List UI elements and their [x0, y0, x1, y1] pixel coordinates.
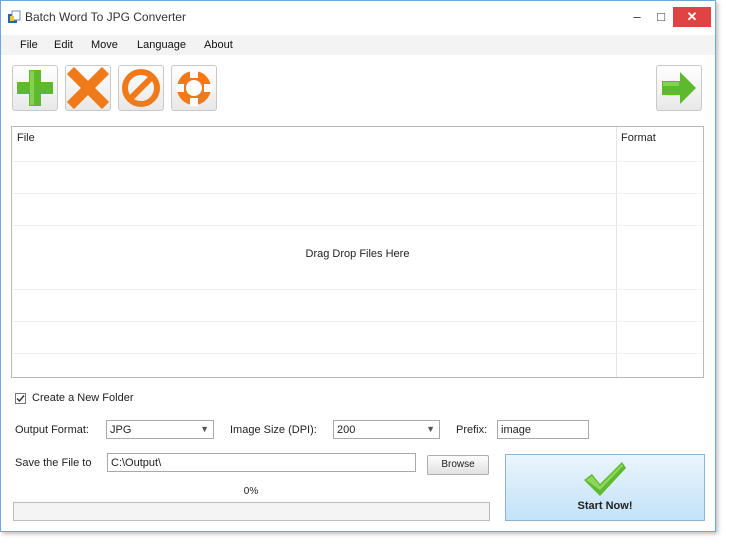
app-icon: [8, 10, 21, 23]
output-format-select[interactable]: JPG ▼: [106, 420, 214, 439]
column-header-format[interactable]: Format: [621, 132, 656, 144]
next-button[interactable]: [656, 65, 702, 111]
plus-icon: [17, 70, 53, 106]
create-folder-label[interactable]: Create a New Folder: [32, 392, 134, 404]
grid-line: [12, 193, 703, 194]
save-to-label: Save the File to: [15, 457, 92, 469]
prefix-label: Prefix:: [456, 424, 488, 436]
grid-line: [12, 225, 703, 226]
help-button[interactable]: [171, 65, 217, 111]
menu-file[interactable]: File: [20, 39, 38, 51]
main-window: Batch Word To JPG Converter – □ ✕ File E…: [0, 0, 716, 532]
maximize-button[interactable]: □: [647, 7, 675, 27]
grid-line: [12, 161, 703, 162]
output-format-label: Output Format:: [15, 424, 89, 436]
arrow-right-icon: [662, 72, 696, 104]
image-size-label: Image Size (DPI):: [230, 424, 317, 436]
progress-percent: 0%: [243, 486, 259, 497]
grid-line: [12, 353, 703, 354]
prohibit-icon: [122, 69, 160, 107]
drop-files-hint: Drag Drop Files Here: [305, 248, 410, 260]
close-button[interactable]: ✕: [673, 7, 711, 27]
checkmark-icon: [16, 395, 25, 403]
menu-about[interactable]: About: [204, 39, 233, 51]
menu-language[interactable]: Language: [137, 39, 186, 51]
chevron-down-icon: ▼: [426, 424, 435, 434]
add-files-button[interactable]: [12, 65, 58, 111]
clear-list-button[interactable]: [118, 65, 164, 111]
menu-bar: File Edit Move Language About: [1, 35, 715, 55]
prefix-value: image: [501, 424, 531, 436]
lifebuoy-icon: [176, 70, 212, 106]
image-size-value: 200: [337, 424, 356, 436]
grid-line: [12, 321, 703, 322]
menu-move[interactable]: Move: [91, 39, 118, 51]
output-format-value: JPG: [110, 424, 132, 436]
grid-line: [12, 289, 703, 290]
file-list[interactable]: File Format Drag Drop Files Here: [11, 126, 704, 378]
chevron-down-icon: ▼: [200, 424, 209, 434]
window-title: Batch Word To JPG Converter: [25, 10, 186, 24]
save-path-value: C:\Output\: [111, 457, 162, 469]
x-icon: [67, 67, 109, 109]
checkmark-icon: [584, 462, 626, 496]
start-now-button[interactable]: Start Now!: [505, 454, 705, 521]
title-bar: Batch Word To JPG Converter – □ ✕: [1, 1, 715, 33]
save-path-input[interactable]: C:\Output\: [107, 453, 416, 472]
start-now-label: Start Now!: [577, 500, 633, 512]
prefix-input[interactable]: image: [497, 420, 589, 439]
remove-file-button[interactable]: [65, 65, 111, 111]
column-header-file[interactable]: File: [17, 132, 35, 144]
create-folder-checkbox[interactable]: [15, 393, 26, 404]
menu-edit[interactable]: Edit: [54, 39, 73, 51]
progress-bar: [13, 502, 490, 521]
image-size-select[interactable]: 200 ▼: [333, 420, 440, 439]
browse-button[interactable]: Browse: [427, 455, 489, 475]
